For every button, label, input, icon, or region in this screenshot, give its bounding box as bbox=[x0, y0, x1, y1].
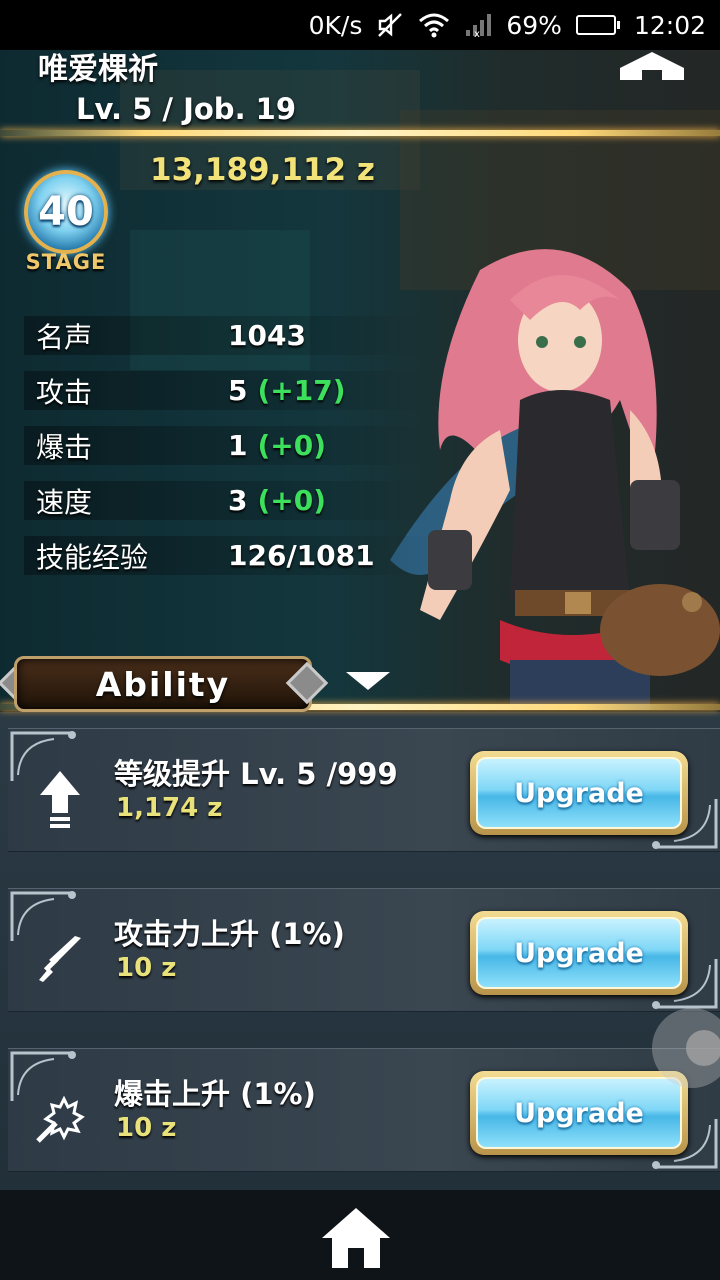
gold-divider-top bbox=[0, 130, 720, 136]
tab-plate: Ability bbox=[14, 656, 312, 712]
upgrade-button[interactable]: Upgrade bbox=[470, 1071, 688, 1155]
ability-cost: 1,174 z bbox=[116, 793, 223, 823]
upgrade-button-label: Upgrade bbox=[514, 777, 644, 809]
stage-label: STAGE bbox=[25, 250, 107, 274]
stat-bonus: (+17) bbox=[257, 374, 346, 407]
signal-icon: x bbox=[464, 10, 492, 40]
tab-ability[interactable]: Ability bbox=[0, 650, 329, 716]
stat-row-skill-exp: 技能经验 126/1081 bbox=[0, 528, 440, 583]
ability-cost: 10 z bbox=[116, 1113, 177, 1143]
battery-percent: 69% bbox=[506, 10, 562, 40]
upgrade-button[interactable]: Upgrade bbox=[470, 751, 688, 835]
upgrade-button-label: Upgrade bbox=[514, 1097, 644, 1129]
ability-title: 等级提升 Lv. 5 /999 bbox=[114, 757, 398, 791]
stat-value: 3 (+0) bbox=[228, 484, 327, 517]
stat-bonus: (+0) bbox=[257, 484, 327, 517]
stat-value: 5 (+17) bbox=[228, 374, 346, 407]
ability-title: 爆击上升 (1%) bbox=[114, 1077, 316, 1111]
stat-row-fame: 名声 1043 bbox=[0, 308, 440, 363]
list-item: 攻击力上升 (1%) 10 z Upgrade bbox=[8, 888, 720, 1012]
mute-icon bbox=[376, 10, 404, 40]
upgrade-button[interactable]: Upgrade bbox=[470, 911, 688, 995]
list-item: 爆击上升 (1%) 10 z Upgrade bbox=[8, 1048, 720, 1172]
critical-icon bbox=[32, 1089, 88, 1149]
stage-badge: 40 STAGE bbox=[18, 160, 114, 276]
ability-list[interactable]: 等级提升 Lv. 5 /999 1,174 z Upgrade 攻击力上升 (1… bbox=[0, 712, 720, 1190]
dropdown-arrow-icon[interactable] bbox=[346, 672, 390, 690]
list-item: 等级提升 Lv. 5 /999 1,174 z Upgrade bbox=[8, 728, 720, 852]
player-name: 唯爱棵祈 bbox=[38, 52, 158, 87]
stat-row-critical: 爆击 1 (+0) bbox=[0, 418, 440, 473]
ability-title: 攻击力上升 (1%) bbox=[114, 917, 345, 951]
sword-icon bbox=[32, 929, 88, 989]
stat-value: 1 (+0) bbox=[228, 429, 327, 462]
stat-row-speed: 速度 3 (+0) bbox=[0, 473, 440, 528]
stat-value: 126/1081 bbox=[228, 539, 375, 572]
stage-emblem: 40 bbox=[24, 170, 108, 254]
upgrade-button-label: Upgrade bbox=[514, 937, 644, 969]
svg-text:x: x bbox=[474, 29, 480, 38]
up-arrow-icon bbox=[32, 769, 88, 829]
stats-panel: 名声 1043 攻击 5 (+17) 爆击 1 (+0) 速度 3 (+0) 技能经验… bbox=[0, 308, 440, 583]
stage-number: 40 bbox=[38, 189, 94, 235]
money-amount: 13,189,112 z bbox=[150, 152, 375, 188]
stat-value: 1043 bbox=[228, 319, 306, 352]
ability-cost: 10 z bbox=[116, 953, 177, 983]
home-icon[interactable] bbox=[318, 1204, 394, 1272]
clock: 12:02 bbox=[633, 10, 706, 40]
stat-bonus: (+0) bbox=[257, 429, 327, 462]
home-icon-top[interactable] bbox=[614, 50, 690, 84]
net-speed: 0K/s bbox=[308, 10, 363, 40]
battery-icon bbox=[575, 15, 620, 35]
tab-ability-label: Ability bbox=[95, 664, 231, 704]
stat-row-attack: 攻击 5 (+17) bbox=[0, 363, 440, 418]
status-bar: 0K/s x 69% 12:02 bbox=[0, 0, 720, 50]
wifi-icon bbox=[418, 10, 450, 40]
player-level: Lv. 5 / Job. 19 bbox=[76, 92, 297, 126]
